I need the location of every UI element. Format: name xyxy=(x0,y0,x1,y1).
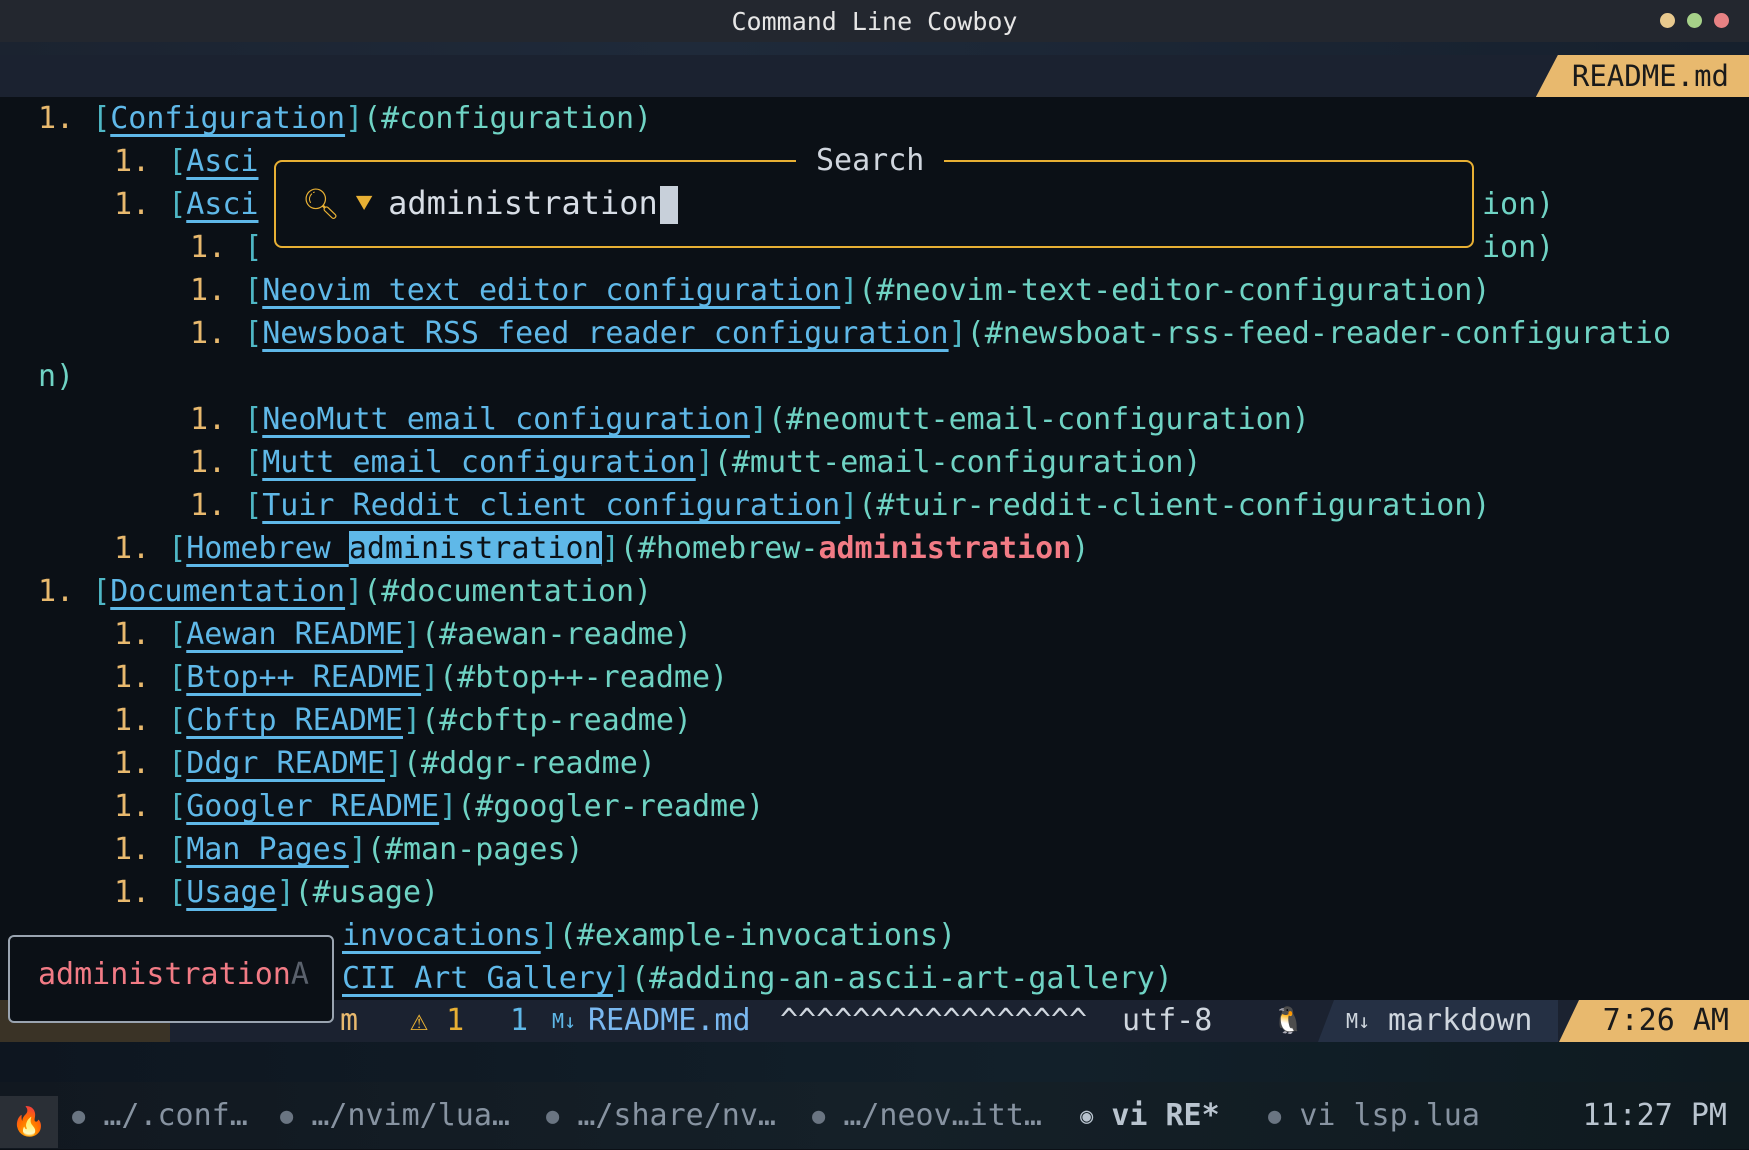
circle-icon: ● xyxy=(72,1104,86,1129)
maximize-button[interactable] xyxy=(1687,13,1702,28)
diagnostics-hints[interactable]: 1 xyxy=(510,1000,528,1042)
toc-line: 1. [Configuration](#configuration) xyxy=(38,101,653,136)
status-filetype: markdown xyxy=(1388,1003,1533,1038)
toc-line: invocations](#example-invocations) xyxy=(342,918,957,953)
toc-line: 1. [Documentation](#documentation) xyxy=(38,574,653,609)
tmux-window[interactable]: ● …/neov…itt… xyxy=(812,1082,1042,1150)
tmux-window[interactable]: ● …/nvim/lua… xyxy=(280,1082,510,1150)
tmux-window-active[interactable]: ◉ vi RE* xyxy=(1080,1082,1220,1150)
status-encoding: utf-8 xyxy=(1122,1003,1213,1038)
status-time: 7:26 AM xyxy=(1559,1000,1749,1042)
search-row[interactable]: 🔍︎ ⯆ administration xyxy=(302,182,678,226)
toc-line: 1. [Asci xyxy=(114,144,259,179)
tmux-statusbar: 🔥 ● …/.conf… ● …/nvim/lua… ● …/share/nv…… xyxy=(0,1082,1749,1149)
mode-indicator: m xyxy=(340,1003,359,1038)
window-title: Command Line Cowboy xyxy=(731,6,1018,36)
toc-line: 1. [Ddgr README](#ddgr-readme) xyxy=(114,746,656,781)
toc-line: 1. [NeoMutt email configuration](#neomut… xyxy=(190,402,1310,437)
toc-link[interactable]: Ddgr README xyxy=(186,746,385,781)
toc-link[interactable]: Asci xyxy=(186,187,258,222)
search-title: Search xyxy=(796,144,945,178)
file-tab[interactable]: README.md xyxy=(1535,55,1749,97)
toc-link[interactable]: invocations xyxy=(342,918,541,953)
close-button[interactable] xyxy=(1714,13,1729,28)
toc-link[interactable]: Configuration xyxy=(110,101,345,136)
window-controls xyxy=(1660,13,1729,28)
circle-icon: ● xyxy=(812,1104,826,1129)
toc-line: 1. [Usage](#usage) xyxy=(114,875,440,910)
circle-icon: ● xyxy=(546,1104,560,1129)
search-icon: 🔍︎ xyxy=(302,186,341,222)
circle-icon: ● xyxy=(1268,1104,1282,1129)
toc-link[interactable]: Aewan README xyxy=(186,617,403,652)
toc-link[interactable]: Documentation xyxy=(110,574,345,609)
text-cursor xyxy=(659,186,678,224)
toc-link[interactable]: Asci xyxy=(186,144,258,179)
toc-link[interactable]: Man Pages xyxy=(186,832,349,867)
warning-icon: ⚠ xyxy=(410,1003,429,1038)
tmux-window[interactable]: ● …/.conf… xyxy=(72,1082,248,1150)
tmux-window[interactable]: ● …/share/nv… xyxy=(546,1082,776,1150)
tabline xyxy=(0,42,1749,97)
toc-line: 1. [Newsboat RSS feed reader configurati… xyxy=(190,316,1672,351)
toc-link[interactable]: Tuir Reddit client configuration xyxy=(262,488,840,523)
search-match-highlight[interactable]: administration xyxy=(348,531,602,566)
toc-line-tail: ion) xyxy=(1482,230,1555,265)
circle-icon: ● xyxy=(280,1104,294,1129)
search-input[interactable]: administration xyxy=(388,184,678,224)
toc-line: CII Art Gallery](#adding-an-ascii-art-ga… xyxy=(342,961,1173,996)
toc-line: 1. [Aewan README](#aewan-readme) xyxy=(114,617,692,652)
toc-line: 1. [Man Pages](#man-pages) xyxy=(114,832,584,867)
toc-link[interactable]: CII Art Gallery xyxy=(342,961,613,996)
toc-link[interactable]: Newsboat RSS feed reader configuration xyxy=(262,316,948,351)
completion-item[interactable]: administrationA xyxy=(38,957,309,992)
toc-line: 1. [Mutt email configuration](#mutt-emai… xyxy=(190,445,1202,480)
toc-line: 1. [Asci xyxy=(114,187,259,222)
linux-icon: 🐧 xyxy=(1272,1006,1305,1036)
window-titlebar: Command Line Cowboy xyxy=(0,0,1749,42)
toc-line: 1. [Tuir Reddit client configuration](#t… xyxy=(190,488,1491,523)
toc-line: 1. [Neovim text editor configuration](#n… xyxy=(190,273,1491,308)
flame-icon: 🔥 xyxy=(0,1096,58,1148)
toc-line: 1. [Googler README](#googler-readme) xyxy=(114,789,765,824)
toc-line-wrap: n) xyxy=(38,359,75,394)
toc-link[interactable]: Cbftp README xyxy=(186,703,403,738)
minimize-button[interactable] xyxy=(1660,13,1675,28)
toc-line: 1. [Cbftp README](#cbftp-readme) xyxy=(114,703,692,738)
toc-line-current: 1. [Homebrew administration](#homebrew-a… xyxy=(114,531,1090,566)
tmux-clock: 11:27 PM xyxy=(1582,1098,1728,1133)
toc-link[interactable]: Mutt email configuration xyxy=(262,445,695,480)
toc-link[interactable]: Usage xyxy=(186,875,276,910)
toc-link[interactable]: Googler README xyxy=(186,789,439,824)
tmux-window[interactable]: ● vi lsp.lua xyxy=(1268,1082,1480,1150)
status-filename: README.md xyxy=(588,1003,751,1038)
markdown-icon: M↓ xyxy=(552,1009,577,1033)
toc-link[interactable]: Btop++ README xyxy=(186,660,421,695)
toc-link[interactable]: Neovim text editor configuration xyxy=(262,273,840,308)
markdown-filetype-icon: M↓ xyxy=(1346,1009,1371,1033)
toc-line-tail: ion) xyxy=(1482,187,1555,222)
toc-link[interactable]: Homebrew xyxy=(186,531,349,566)
completion-popup[interactable]: administrationA xyxy=(8,935,334,1023)
toc-line: 1. [Btop++ README](#btop++-readme) xyxy=(114,660,729,695)
diagnostics-warnings[interactable]: ⚠ 1 xyxy=(410,1000,464,1042)
toc-line: 1. [ xyxy=(190,230,263,265)
terminal-gap xyxy=(0,1042,1749,1082)
toc-link[interactable]: NeoMutt email configuration xyxy=(262,402,750,437)
search-match: administration xyxy=(818,531,1072,566)
search-popup[interactable]: Search 🔍︎ ⯆ administration xyxy=(274,144,1474,248)
chevron-double-down-icon: ⯆ xyxy=(352,186,377,222)
target-icon: ◉ xyxy=(1080,1104,1094,1129)
status-carets: ^^^^^^^^^^^^^^^^^ xyxy=(780,1003,1088,1038)
